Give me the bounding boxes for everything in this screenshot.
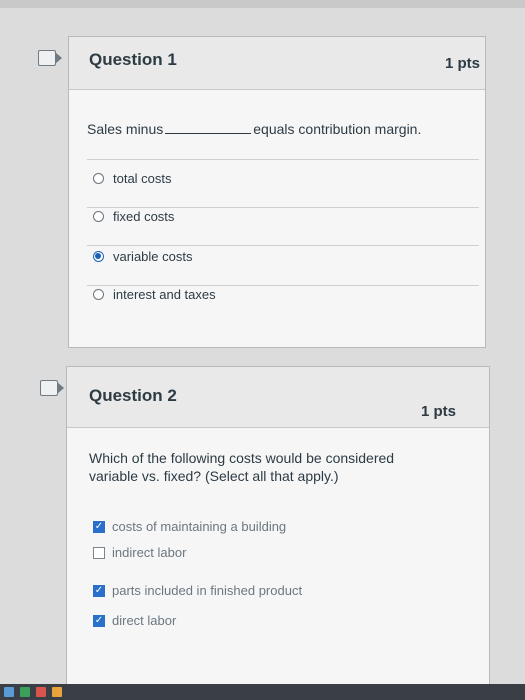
answer-blank	[165, 119, 252, 134]
checkbox-icon[interactable]	[93, 546, 105, 559]
answer-option[interactable]: indirect labor	[93, 545, 186, 560]
taskbar-app-icon[interactable]	[52, 687, 62, 697]
taskbar-app-icon[interactable]	[20, 687, 30, 697]
taskbar	[0, 684, 525, 700]
flag-question-2-icon[interactable]	[40, 380, 64, 396]
radio-icon[interactable]	[93, 289, 104, 300]
prompt-line-1: Which of the following costs would be co…	[89, 450, 395, 466]
radio-icon[interactable]	[93, 173, 104, 184]
question-1-points: 1 pts	[445, 55, 481, 72]
prompt-after: equals contribution margin.	[253, 121, 422, 137]
divider	[87, 245, 479, 246]
top-band	[0, 0, 525, 8]
prompt-line-2: variable vs. fixed? (Select all that app…	[89, 468, 339, 484]
answer-label: total costs	[113, 171, 172, 186]
checkbox-checked-icon[interactable]: ✓	[93, 520, 105, 533]
taskbar-app-icon[interactable]	[4, 687, 14, 697]
question-2-title: Question 2	[89, 386, 177, 405]
divider	[87, 159, 479, 160]
answer-label: parts included in finished product	[112, 583, 303, 598]
question-1-prompt: Sales minus equals contribution margin.	[87, 119, 421, 137]
answer-label: variable costs	[113, 249, 193, 264]
prompt-before: Sales minus	[87, 121, 164, 137]
divider	[87, 285, 479, 286]
answer-option[interactable]: fixed costs	[93, 209, 174, 224]
answer-label: fixed costs	[113, 209, 175, 224]
checkbox-checked-icon[interactable]: ✓	[93, 614, 105, 627]
answer-option[interactable]: interest and taxes	[93, 287, 216, 302]
answer-label: direct labor	[112, 613, 177, 628]
radio-icon[interactable]	[93, 211, 104, 222]
taskbar-app-icon[interactable]	[36, 687, 46, 697]
answer-label: costs of maintaining a building	[112, 519, 287, 534]
answer-option[interactable]: total costs	[93, 171, 172, 186]
answer-label: indirect labor	[112, 545, 187, 560]
answer-label: interest and taxes	[113, 287, 216, 302]
question-1-title: Question 1	[89, 50, 177, 69]
answer-option-selected[interactable]: variable costs	[93, 249, 192, 264]
divider	[87, 207, 479, 208]
question-2-card: Question 2 1 pts Which of the following …	[66, 366, 490, 696]
checkbox-checked-icon[interactable]: ✓	[93, 584, 105, 597]
answer-option-checked[interactable]: ✓ direct labor	[93, 613, 176, 628]
answer-option-checked[interactable]: ✓ parts included in finished product	[93, 583, 302, 598]
answer-option-checked[interactable]: ✓ costs of maintaining a building	[93, 519, 286, 534]
question-2-prompt: Which of the following costs would be co…	[89, 449, 394, 485]
question-1-card: Question 1 1 pts Sales minus equals contr…	[68, 36, 486, 348]
radio-selected-icon[interactable]	[93, 251, 104, 262]
flag-question-1-icon[interactable]	[38, 50, 62, 66]
question-2-points: 1 pts	[421, 403, 457, 420]
